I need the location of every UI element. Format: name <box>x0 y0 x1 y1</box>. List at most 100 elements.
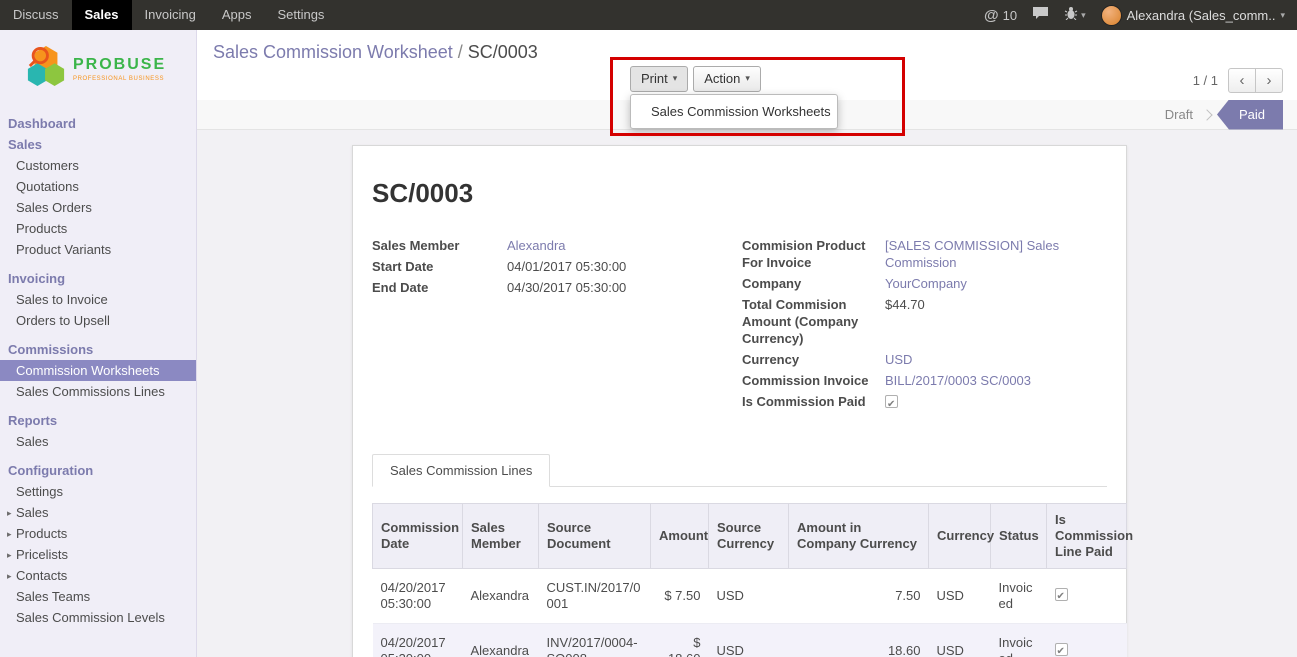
probuse-logo-icon <box>26 44 66 95</box>
field-row: Commision Product For Invoice [SALES COM… <box>742 235 1107 273</box>
status-chevron-icon <box>1201 109 1212 120</box>
cell-commission-date: 04/20/2017 05:30:00 <box>373 624 463 657</box>
commission-lines-table: Commission Date Sales Member Source Docu… <box>372 503 1127 657</box>
sidebar: PROBUSE PROFESSIONAL BUSINESS ▸ Dashboar… <box>0 30 197 657</box>
chat-bubble-icon <box>1032 6 1049 25</box>
sidebar-item[interactable]: ▸ Sales Teams <box>0 586 196 607</box>
sidebar-item[interactable]: ▸ Products <box>0 218 196 239</box>
mentions-button[interactable]: @ 10 <box>984 7 1017 24</box>
sidebar-item-label: Commissions <box>8 342 93 357</box>
pager-previous-button[interactable]: ‹ <box>1228 68 1256 93</box>
record-title: SC/0003 <box>372 178 1107 209</box>
sidebar-item[interactable]: ▸ Configuration <box>0 460 196 481</box>
cell-amount-company-currency: 7.50 <box>789 569 929 624</box>
field-checkbox[interactable] <box>885 395 898 408</box>
sidebar-item-label: Sales Commissions Lines <box>16 384 165 399</box>
column-header[interactable]: Source Document <box>539 504 651 569</box>
cell-source-currency: USD <box>709 569 789 624</box>
column-header[interactable]: Currency <box>929 504 991 569</box>
print-button-label: Print <box>641 71 668 86</box>
sidebar-item[interactable]: ▸ Pricelists <box>0 544 196 565</box>
topbar-menu-item[interactable]: Apps <box>209 0 265 30</box>
sidebar-item[interactable]: ▸ Settings <box>0 481 196 502</box>
sidebar-item[interactable]: ▸ Products <box>0 523 196 544</box>
debug-menu-button[interactable]: ▾ <box>1064 6 1086 25</box>
sidebar-item-label: Settings <box>16 484 63 499</box>
topbar: Discuss Sales Invoicing Apps Settings @ … <box>0 0 1297 30</box>
column-header[interactable]: Sales Member <box>463 504 539 569</box>
topbar-menu-item[interactable]: Settings <box>264 0 337 30</box>
chevron-right-icon: ▸ <box>7 527 12 542</box>
topbar-menu-item[interactable]: Sales <box>72 0 132 30</box>
field-value[interactable]: [SALES COMMISSION] Sales Commission <box>885 237 1107 271</box>
user-menu[interactable]: Alexandra (Sales_comm.. ▾ <box>1101 5 1285 26</box>
breadcrumb: Sales Commission Worksheet/SC/0003 <box>213 42 538 63</box>
cell-status: Invoiced <box>991 624 1047 657</box>
cell-amount: $ 7.50 <box>651 569 709 624</box>
cell-status: Invoiced <box>991 569 1047 624</box>
sidebar-item[interactable]: ▸ Sales Commission Levels <box>0 607 196 628</box>
probuse-logo[interactable]: PROBUSE PROFESSIONAL BUSINESS <box>0 30 196 105</box>
sidebar-item[interactable]: ▸ Contacts <box>0 565 196 586</box>
breadcrumb-parent-link[interactable]: Sales Commission Worksheet <box>213 42 453 62</box>
logo-subtitle: PROFESSIONAL BUSINESS <box>73 76 166 82</box>
sidebar-item[interactable]: ▸ Quotations <box>0 176 196 197</box>
sidebar-item[interactable]: ▸ Commissions <box>0 339 196 360</box>
topbar-menu-item[interactable]: Invoicing <box>132 0 209 30</box>
column-header[interactable]: Amount <box>651 504 709 569</box>
print-button[interactable]: Print ▾ <box>630 66 688 92</box>
column-header[interactable]: Source Currency <box>709 504 789 569</box>
sidebar-item[interactable]: ▸ Sales Commissions Lines <box>0 381 196 402</box>
sidebar-item[interactable]: ▸ Dashboard <box>0 113 196 134</box>
field-label: End Date <box>372 279 507 296</box>
field-row: End Date 04/30/2017 05:30:00 <box>372 277 742 298</box>
tab-sales-commission-lines[interactable]: Sales Commission Lines <box>372 454 550 487</box>
field-value[interactable]: Alexandra <box>507 237 566 254</box>
sidebar-item[interactable]: ▸ Sales Orders <box>0 197 196 218</box>
sidebar-item[interactable]: ▸ Customers <box>0 155 196 176</box>
line-paid-checkbox[interactable] <box>1055 643 1068 656</box>
messages-button[interactable] <box>1032 6 1049 25</box>
user-avatar <box>1101 5 1122 26</box>
cell-source-document: CUST.IN/2017/0001 <box>539 569 651 624</box>
field-value[interactable]: YourCompany <box>885 275 967 292</box>
sidebar-item[interactable]: ▸ Sales to Invoice <box>0 289 196 310</box>
chevron-down-icon: ▾ <box>745 73 750 84</box>
table-row[interactable]: 04/20/2017 05:30:00 Alexandra CUST.IN/20… <box>373 569 1127 624</box>
status-draft[interactable]: Draft <box>1155 107 1203 122</box>
sidebar-item-label: Invoicing <box>8 271 65 286</box>
field-label: Sales Member <box>372 237 507 254</box>
sidebar-item[interactable]: ▸ Sales <box>0 502 196 523</box>
sidebar-item[interactable]: ▸ Commission Worksheets <box>0 360 196 381</box>
sidebar-item[interactable]: ▸ Sales <box>0 134 196 155</box>
field-value[interactable]: USD <box>885 351 912 368</box>
topbar-menu-item[interactable]: Discuss <box>0 0 72 30</box>
status-paid[interactable]: Paid <box>1217 100 1283 130</box>
control-panel: Sales Commission Worksheet/SC/0003 Print… <box>197 30 1297 100</box>
action-button[interactable]: Action ▾ <box>693 66 761 92</box>
sidebar-item[interactable]: ▸ Invoicing <box>0 268 196 289</box>
field-value[interactable]: BILL/2017/0003 SC/0003 <box>885 372 1031 389</box>
sidebar-item[interactable]: ▸ Orders to Upsell <box>0 310 196 331</box>
sidebar-item[interactable]: ▸ Sales <box>0 431 196 452</box>
column-header[interactable]: Commission Date <box>373 504 463 569</box>
field-value: $44.70 <box>885 296 925 313</box>
cell-sales-member: Alexandra <box>463 569 539 624</box>
column-header[interactable]: Is Commission Line Paid <box>1047 504 1127 569</box>
chevron-down-icon: ▾ <box>1081 10 1086 21</box>
pager-next-button[interactable]: › <box>1255 68 1283 93</box>
dropdown-item-sales-commission-worksheets[interactable]: Sales Commission Worksheets <box>631 99 837 124</box>
sidebar-item-label: Pricelists <box>16 547 68 562</box>
sidebar-item[interactable]: ▸ Reports <box>0 410 196 431</box>
table-row[interactable]: 04/20/2017 05:30:00 Alexandra INV/2017/0… <box>373 624 1127 657</box>
field-label: Start Date <box>372 258 507 275</box>
chevron-right-icon: ▸ <box>7 569 12 584</box>
cell-sales-member: Alexandra <box>463 624 539 657</box>
column-header[interactable]: Status <box>991 504 1047 569</box>
sidebar-item[interactable]: ▸ Product Variants <box>0 239 196 260</box>
bug-icon <box>1064 6 1078 25</box>
sidebar-item-label: Customers <box>16 158 79 173</box>
field-groups: Sales Member Alexandra Start Date 04/01/… <box>372 235 1107 412</box>
line-paid-checkbox[interactable] <box>1055 588 1068 601</box>
column-header[interactable]: Amount in Company Currency <box>789 504 929 569</box>
